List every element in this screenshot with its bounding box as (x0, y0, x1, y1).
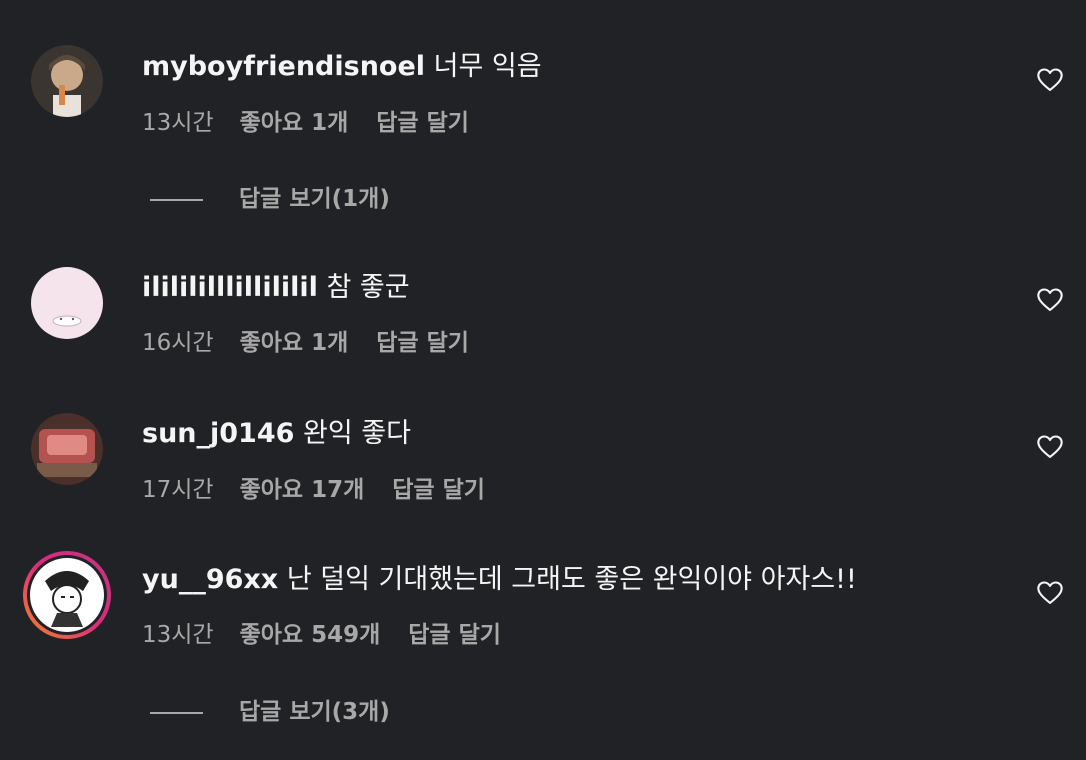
likes-count[interactable]: 좋아요 549개 (240, 620, 381, 650)
avatar[interactable] (31, 45, 103, 117)
comment-meta: 16시간 좋아요 1개 답글 달기 (142, 328, 469, 358)
comment-meta: 17시간 좋아요 17개 답글 달기 (142, 475, 485, 505)
view-replies-button[interactable]: 답글 보기(3개) (150, 697, 390, 727)
avatar[interactable] (31, 267, 103, 339)
comment-text: 난 덜익 기대했는데 그래도 좋은 완익이야 아자스!! (286, 564, 857, 595)
reply-button[interactable]: 답글 달기 (376, 108, 469, 138)
comment-text: 참 좋군 (326, 272, 410, 303)
comment-meta: 13시간 좋아요 549개 답글 달기 (142, 620, 501, 650)
view-replies-label: 답글 보기(1개) (239, 186, 390, 212)
comment-line: yu__96xx 난 덜익 기대했는데 그래도 좋은 완익이야 아자스!! (142, 563, 857, 597)
username-link[interactable]: yu__96xx (142, 564, 278, 595)
view-replies-button[interactable]: 답글 보기(1개) (150, 184, 390, 214)
heart-outline-icon[interactable] (1036, 579, 1064, 607)
timestamp[interactable]: 17시간 (142, 475, 214, 505)
comment-line: ililililllillililil 참 좋군 (142, 271, 410, 305)
comment-line: myboyfriendisnoel 너무 익음 (142, 50, 542, 84)
heart-outline-icon[interactable] (1036, 66, 1064, 94)
reply-button[interactable]: 답글 달기 (408, 620, 501, 650)
comment-text: 완익 좋다 (303, 418, 411, 449)
likes-count[interactable]: 좋아요 1개 (240, 328, 349, 358)
reply-button[interactable]: 답글 달기 (376, 328, 469, 358)
timestamp[interactable]: 13시간 (142, 108, 214, 138)
reply-button[interactable]: 답글 달기 (392, 475, 485, 505)
username-link[interactable]: myboyfriendisnoel (142, 51, 425, 82)
timestamp[interactable]: 13시간 (142, 620, 214, 650)
heart-outline-icon[interactable] (1036, 433, 1064, 461)
comment-meta: 13시간 좋아요 1개 답글 달기 (142, 108, 469, 138)
comment-line: sun_j0146 완익 좋다 (142, 417, 411, 451)
likes-count[interactable]: 좋아요 17개 (240, 475, 365, 505)
heart-outline-icon[interactable] (1036, 286, 1064, 314)
username-link[interactable]: ililililllillililil (142, 272, 318, 303)
timestamp[interactable]: 16시간 (142, 328, 214, 358)
likes-count[interactable]: 좋아요 1개 (240, 108, 349, 138)
story-ring[interactable] (23, 551, 111, 639)
replies-divider (150, 711, 203, 714)
view-replies-label: 답글 보기(3개) (239, 699, 390, 725)
replies-divider (150, 198, 203, 201)
avatar[interactable] (31, 413, 103, 485)
username-link[interactable]: sun_j0146 (142, 418, 294, 449)
comment-text: 너무 익음 (433, 51, 542, 82)
